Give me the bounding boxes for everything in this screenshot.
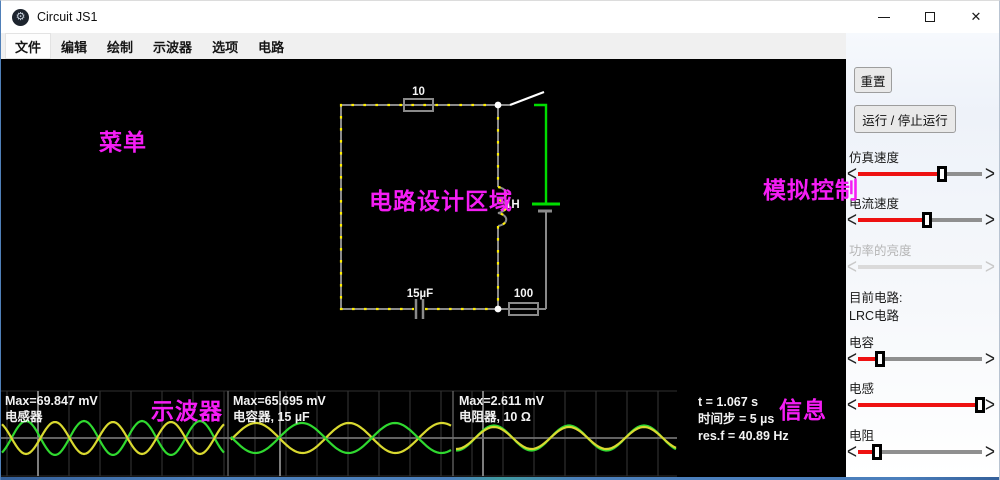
slider-handle[interactable] [875,351,886,367]
capacitance-slider[interactable]: 电容 < > [846,336,996,372]
slider-left-arrow: < [847,254,857,279]
run-stop-button[interactable]: 运行 / 停止运行 [854,105,956,133]
scope-3-max: Max=2.611 mV [459,394,545,408]
slider-handle[interactable] [922,212,933,228]
minimize-button[interactable] [861,1,907,33]
power-brightness-slider: 功率的亮度 < > [846,244,996,279]
current-circuit-caption: 目前电路: [849,291,903,305]
slider-left-arrow[interactable]: < [847,347,857,372]
slider-left-arrow[interactable]: < [847,208,857,233]
menu-edit[interactable]: 编辑 [51,33,97,59]
menu-options[interactable]: 选项 [202,33,248,59]
slider-track [858,265,982,269]
scope-2-max: Max=65.695 mV [233,394,326,408]
current-circuit-name: LRC电路 [849,309,900,323]
switch-symbol[interactable] [509,90,545,107]
scope-3-component: 电阻器, 10 Ω [459,410,531,424]
annotation-design-area: 电路设计区域 [369,188,513,214]
minimize-icon [878,16,890,18]
sim-speed-slider[interactable]: 仿真速度 < > [846,151,996,187]
menu-circuits[interactable]: 电路 [248,33,294,59]
slider-handle[interactable] [871,444,882,460]
slider-handle[interactable] [937,166,948,182]
capacitor-label: 15µF [406,288,434,300]
slider-fill [858,403,980,407]
inductance-slider[interactable]: 电感 < > [846,382,996,418]
slider-right-arrow[interactable]: > [985,440,995,465]
close-button[interactable]: ✕ [953,1,999,33]
scope-panel-1-label: Max=69.847 mV 电感器 [5,393,98,425]
junction-dot-bottom [494,305,502,313]
app-window: ⚙ Circuit JS1 ✕ 文件 编辑 绘制 示波器 选项 电路 10 1H… [0,0,1000,480]
slider-fill [858,172,943,176]
info-resonance: res.f = 40.89 Hz [698,429,789,443]
current-speed-slider[interactable]: 电流速度 < > [846,197,996,233]
menu-scopes[interactable]: 示波器 [143,33,202,59]
slider-right-arrow[interactable]: > [985,162,995,187]
annotation-info: 信息 [779,397,827,423]
slider-left-arrow[interactable]: < [847,393,857,418]
window-controls: ✕ [861,1,999,33]
slider-right-arrow[interactable]: > [985,208,995,233]
slider-right-arrow: > [985,254,995,279]
menu-bar: 文件 编辑 绘制 示波器 选项 电路 [1,33,846,59]
annotation-scopes: 示波器 [151,398,223,424]
app-icon: ⚙ [12,8,29,26]
power-brightness-label: 功率的亮度 [849,244,912,258]
slider-right-arrow[interactable]: > [985,347,995,372]
junction-dot-top [494,101,502,109]
maximize-icon [925,12,935,22]
reset-button[interactable]: 重置 [854,67,892,93]
right-resistor-label: 100 [513,288,534,300]
window-title: Circuit JS1 [37,10,98,24]
menu-file[interactable]: 文件 [5,33,52,59]
scope-1-max: Max=69.847 mV [5,394,98,408]
capacitor-symbol[interactable] [414,299,425,319]
annotation-sim-controls: 模拟控制 [763,177,859,203]
annotation-menu: 菜单 [99,129,147,155]
scope-2-component: 电容器, 15 µF [233,410,310,424]
circuit-canvas[interactable]: 10 1H 15µF 100 菜单 电路设计区域 模拟控制 示波器 信息 Max… [1,59,858,477]
menu-draw[interactable]: 绘制 [97,33,143,59]
resistor-top-label: 10 [412,86,425,98]
resistance-slider[interactable]: 电阻 < > [846,429,996,465]
slider-handle[interactable] [974,397,985,413]
scope-panel-3-label: Max=2.611 mV 电阻器, 10 Ω [459,393,544,425]
slider-fill [858,218,928,222]
title-bar: ⚙ Circuit JS1 ✕ [1,1,999,33]
maximize-button[interactable] [907,1,953,33]
info-time: t = 1.067 s [698,395,759,409]
control-sidebar: 重置 运行 / 停止运行 仿真速度 < > 电流速度 < > 功率的亮度 < > [846,33,999,477]
voltage-source-lead[interactable] [534,103,548,204]
info-readout: t = 1.067 s 时间步 = 5 µs res.f = 40.89 Hz [698,394,789,445]
slider-left-arrow[interactable]: < [847,440,857,465]
scope-1-component: 电感器 [5,410,43,424]
slider-right-arrow[interactable]: > [985,393,995,418]
scope-panel-2-label: Max=65.695 mV 电容器, 15 µF [233,393,326,425]
oscilloscope-traces[interactable] [1,390,677,477]
info-timestep: 时间步 = 5 µs [698,412,775,426]
